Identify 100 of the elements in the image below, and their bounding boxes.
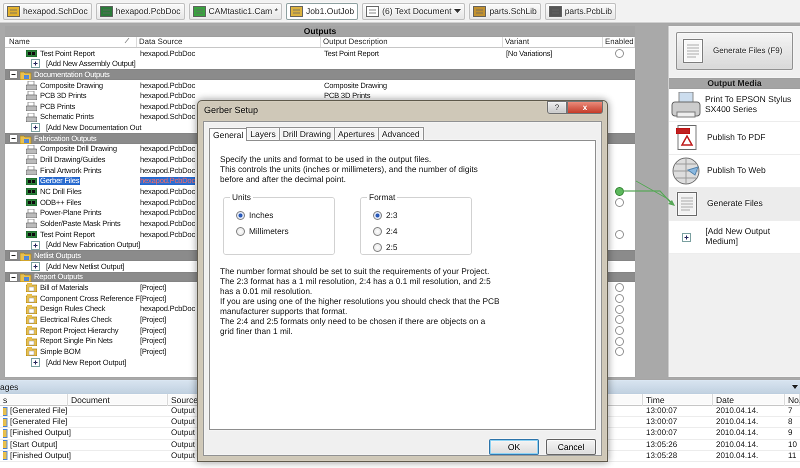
radio-button[interactable] xyxy=(373,243,382,252)
column-header[interactable]: Document xyxy=(68,394,168,406)
source-cell: Output xyxy=(171,418,196,426)
enabled-radio[interactable] xyxy=(614,326,624,335)
enabled-radio[interactable] xyxy=(614,187,624,196)
plus-box-icon xyxy=(31,59,40,68)
document-tab[interactable]: hexapod.SchDoc xyxy=(3,3,92,20)
document-icon xyxy=(683,39,703,63)
circuit-board-icon xyxy=(26,176,37,186)
tab[interactable]: Advanced xyxy=(378,126,424,140)
date-cell: 2010.04.14. xyxy=(716,418,758,426)
section-header: Output Media xyxy=(669,78,800,89)
message-class: [Generated File] xyxy=(10,418,68,426)
document-tab[interactable]: parts.SchLib xyxy=(469,3,541,20)
collapse-icon[interactable] xyxy=(9,134,18,144)
output-medium-item[interactable]: Publish To PDF xyxy=(669,122,800,155)
document-tab[interactable]: Job1.OutJob xyxy=(286,3,358,20)
message-class: [Finished Output] xyxy=(10,452,71,460)
document-tab[interactable]: CAMtastic1.Cam * xyxy=(188,3,282,20)
instruction-text: Specify the units and format to be used in the output files. xyxy=(220,155,432,165)
document-tab[interactable]: hexapod.PcbDoc xyxy=(96,3,184,20)
printer-icon xyxy=(26,91,37,100)
enabled-radio[interactable] xyxy=(614,48,624,58)
enabled-radio[interactable] xyxy=(614,347,624,356)
cancel-button[interactable]: Cancel xyxy=(546,439,596,455)
column-header[interactable]: Date xyxy=(713,394,785,406)
circuit-board-icon xyxy=(26,198,37,208)
tab[interactable]: Drill Drawing xyxy=(278,126,335,140)
enabled-radio[interactable] xyxy=(614,230,624,239)
enabled-radio[interactable] xyxy=(614,294,624,303)
folder-icon xyxy=(20,250,32,261)
output-medium-item[interactable]: Publish To Web xyxy=(669,155,800,188)
source-cell: Output xyxy=(171,452,196,460)
document-icon xyxy=(548,6,562,17)
date-cell: 2010.04.14. xyxy=(716,407,758,416)
folder-icon xyxy=(20,134,32,144)
tab[interactable]: Layers xyxy=(246,126,280,140)
output-medium-item[interactable]: Print To EPSON Stylus SX400 Series xyxy=(669,89,800,122)
radio-button[interactable] xyxy=(373,227,382,236)
plus-box-icon xyxy=(682,232,691,242)
group-title: Units xyxy=(230,192,253,203)
time-cell: 13:00:07 xyxy=(646,407,678,416)
report-folder-icon xyxy=(26,315,37,324)
output-medium-item[interactable]: Generate Files xyxy=(669,188,800,221)
document-icon xyxy=(290,6,303,17)
printer-icon xyxy=(26,155,37,164)
report-folder-icon xyxy=(26,294,37,303)
time-cell: 13:05:28 xyxy=(646,452,678,460)
radio-button[interactable] xyxy=(236,211,245,220)
document-tab[interactable]: (6) Text Document xyxy=(362,3,466,20)
radio-label[interactable]: Millimeters xyxy=(249,226,289,237)
date-cell: 2010.04.14. xyxy=(716,429,758,438)
enabled-radio[interactable] xyxy=(614,315,624,324)
collapse-icon[interactable] xyxy=(9,272,18,282)
radio-button[interactable] xyxy=(373,211,382,220)
column-header[interactable]: No. xyxy=(785,394,800,406)
document-icon xyxy=(677,192,697,216)
note-text: The number format should be set to suit the requirements of your Project. xyxy=(220,266,490,277)
plus-box-icon xyxy=(31,123,40,132)
tab[interactable]: Apertures xyxy=(334,126,379,140)
collapse-icon[interactable] xyxy=(9,70,18,80)
circuit-board-icon xyxy=(26,230,37,239)
document-icon xyxy=(192,6,206,17)
message-class: [Start Output] xyxy=(10,440,58,449)
number-cell: 7 xyxy=(788,407,792,416)
ok-button[interactable]: OK xyxy=(489,439,539,455)
radio-label[interactable]: 2:5 xyxy=(386,242,398,253)
tab[interactable]: General xyxy=(209,128,248,141)
close-button[interactable]: x xyxy=(567,101,603,114)
help-button[interactable]: ? xyxy=(547,101,567,114)
report-folder-icon xyxy=(26,304,37,314)
document-icon xyxy=(366,6,380,17)
enabled-radio[interactable] xyxy=(614,336,624,346)
time-cell: 13:00:07 xyxy=(646,429,678,438)
source-cell: Output xyxy=(171,440,196,449)
plus-box-icon xyxy=(31,358,40,367)
collapse-icon[interactable] xyxy=(9,251,18,260)
report-folder-icon xyxy=(26,326,37,335)
enabled-radio[interactable] xyxy=(614,304,624,314)
column-header[interactable]: s xyxy=(0,394,68,406)
generate-files-button[interactable]: Generate Files (F9) xyxy=(676,32,793,70)
radio-button[interactable] xyxy=(236,227,245,236)
time-cell: 13:00:07 xyxy=(646,418,678,426)
printer-icon xyxy=(26,80,37,90)
column-header[interactable]: Time xyxy=(643,394,713,406)
printer-icon xyxy=(26,219,37,228)
enabled-radio[interactable] xyxy=(614,198,624,208)
radio-label[interactable]: Inches xyxy=(249,210,274,221)
note-text: The 2:3 format has a 1 mil resolution, 2:4 has a 0.1 mil resolution, and 2:5 has a 0.01 mil resolution. xyxy=(220,276,492,297)
document-icon xyxy=(100,6,113,17)
document-tab[interactable]: parts.PcbLib xyxy=(544,3,616,20)
date-cell: 2010.04.14. xyxy=(716,440,758,449)
panel-title: Outputs xyxy=(5,26,635,37)
radio-label[interactable]: 2:3 xyxy=(386,210,398,221)
output-medium-item[interactable]: [Add New Output Medium] xyxy=(669,221,800,254)
enabled-radio[interactable] xyxy=(614,283,624,292)
radio-label[interactable]: 2:4 xyxy=(386,226,398,237)
plus-box-icon xyxy=(31,240,40,250)
dropdown-icon xyxy=(792,385,798,389)
window-title: Gerber Setup xyxy=(204,106,258,116)
